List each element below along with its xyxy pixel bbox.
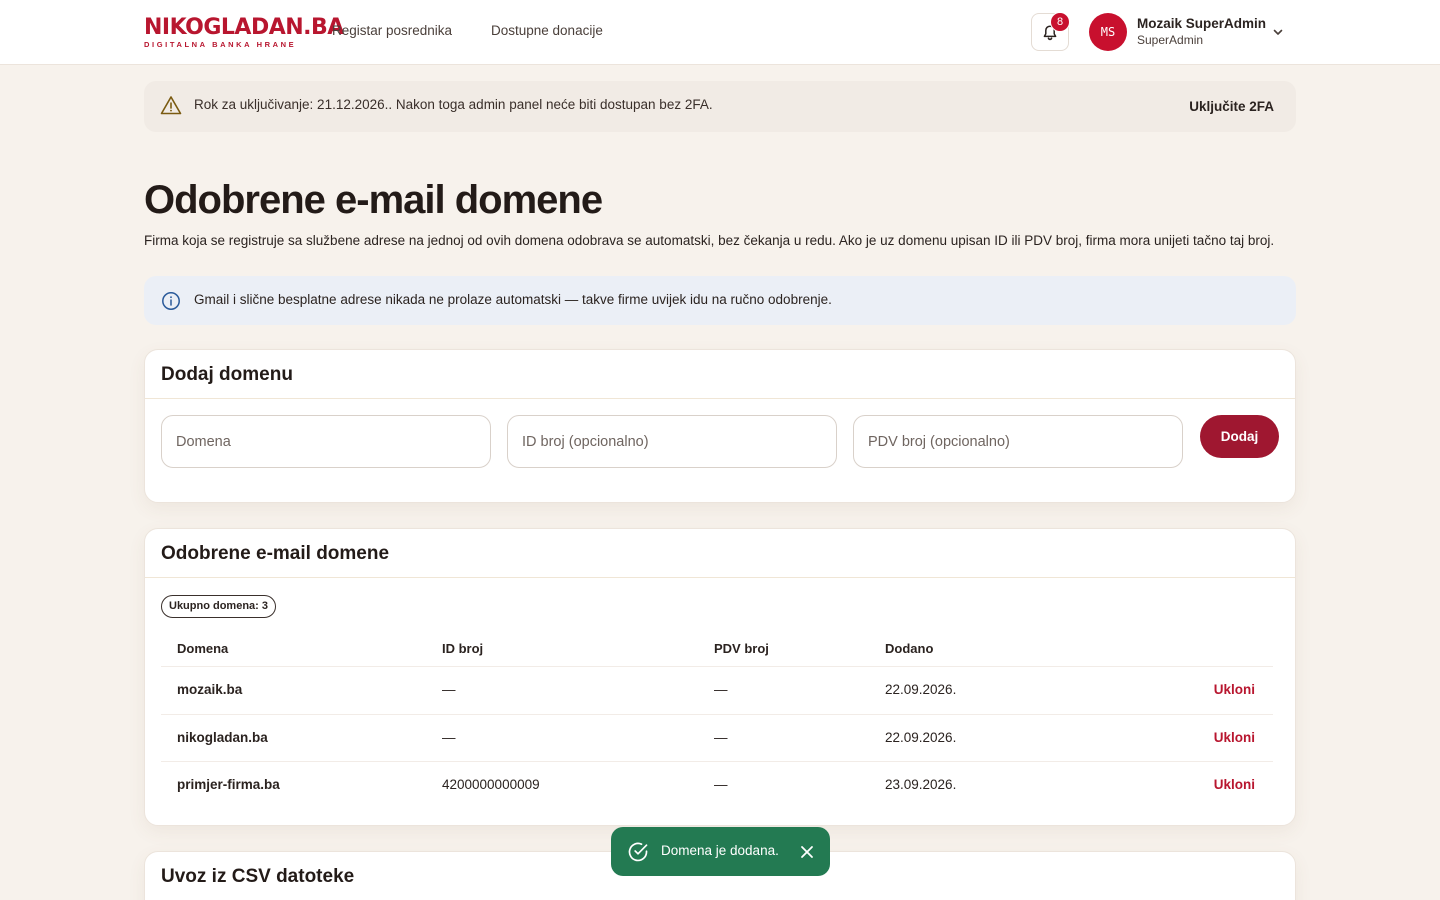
- enable-2fa-button[interactable]: Uključite 2FA: [1189, 99, 1274, 114]
- two-factor-warning-banner: Rok za uključivanje: 21.12.2026.. Nakon …: [144, 81, 1296, 132]
- domain-input[interactable]: [161, 415, 491, 468]
- logo-part-niko: NIKO: [144, 15, 204, 40]
- user-name[interactable]: Mozaik SuperAdmin: [1137, 16, 1266, 31]
- table-row: mozaik.ba — — 22.09.2026. Ukloni: [161, 666, 1273, 714]
- page-title: Odobrene e-mail domene: [144, 178, 603, 222]
- chevron-down-icon[interactable]: [1272, 26, 1284, 38]
- info-icon: [162, 292, 180, 310]
- id-number-input[interactable]: [507, 415, 837, 468]
- column-header-pdv[interactable]: PDV broj: [714, 641, 769, 656]
- nav-registar-posrednika[interactable]: Registar posrednika: [332, 23, 452, 38]
- add-domain-card: Dodaj domenu Dodaj: [144, 349, 1296, 503]
- table-row: nikogladan.ba — — 22.09.2026. Ukloni: [161, 714, 1273, 762]
- added-date-cell: 22.09.2026.: [885, 682, 957, 697]
- avatar[interactable]: MS: [1089, 13, 1127, 51]
- approved-domains-card: Odobrene e-mail domene Ukupno domena: 3 …: [144, 528, 1296, 826]
- nav-dostupne-donacije[interactable]: Dostupne donacije: [491, 23, 603, 38]
- added-date-cell: 22.09.2026.: [885, 730, 957, 745]
- add-domain-button[interactable]: Dodaj: [1200, 415, 1279, 458]
- domain-cell: nikogladan.ba: [177, 730, 268, 745]
- user-role: SuperAdmin: [1137, 33, 1204, 47]
- close-icon[interactable]: [800, 845, 814, 859]
- logo-part-gladan: GLADAN.BA: [203, 15, 344, 40]
- id-cell: —: [442, 682, 456, 697]
- notification-count-badge: 8: [1050, 12, 1070, 32]
- add-domain-heading: Dodaj domenu: [145, 350, 1295, 399]
- pdv-cell: —: [714, 730, 728, 745]
- pdv-cell: —: [714, 682, 728, 697]
- remove-domain-button[interactable]: Ukloni: [1214, 777, 1255, 792]
- remove-domain-button[interactable]: Ukloni: [1214, 730, 1255, 745]
- id-cell: —: [442, 730, 456, 745]
- warning-triangle-icon: [160, 96, 182, 115]
- success-toast: Domena je dodana.: [611, 827, 830, 876]
- table-row: primjer-firma.ba 4200000000009 — 23.09.2…: [161, 761, 1273, 809]
- domain-cell: primjer-firma.ba: [177, 777, 280, 792]
- pdv-number-input[interactable]: [853, 415, 1183, 468]
- logo[interactable]: NIKOGLADAN.BA DIGITALNA BANKA HRANE: [144, 16, 344, 49]
- id-cell: 4200000000009: [442, 777, 540, 792]
- page-subtitle: Firma koja se registruje sa službene adr…: [144, 233, 1275, 248]
- warning-text: Rok za uključivanje: 21.12.2026.. Nakon …: [194, 97, 713, 112]
- top-header: NIKOGLADAN.BA DIGITALNA BANKA HRANE Regi…: [0, 0, 1440, 65]
- domain-count-badge: Ukupno domena: 3: [161, 595, 277, 618]
- column-header-added[interactable]: Dodano: [885, 641, 933, 656]
- domain-cell: mozaik.ba: [177, 682, 243, 697]
- info-banner: Gmail i slične besplatne adrese nikada n…: [144, 276, 1296, 325]
- pdv-cell: —: [714, 777, 728, 792]
- approved-domains-heading: Odobrene e-mail domene: [145, 529, 1295, 578]
- logo-tagline: DIGITALNA BANKA HRANE: [144, 40, 297, 49]
- remove-domain-button[interactable]: Ukloni: [1214, 682, 1255, 697]
- logo-wordmark: NIKOGLADAN.BA: [144, 16, 344, 40]
- check-circle-icon: [628, 842, 648, 862]
- column-header-domain[interactable]: Domena: [177, 641, 228, 656]
- added-date-cell: 23.09.2026.: [885, 777, 957, 792]
- column-header-id[interactable]: ID broj: [442, 641, 483, 656]
- toast-message: Domena je dodana.: [661, 843, 779, 858]
- info-text: Gmail i slične besplatne adrese nikada n…: [194, 292, 832, 307]
